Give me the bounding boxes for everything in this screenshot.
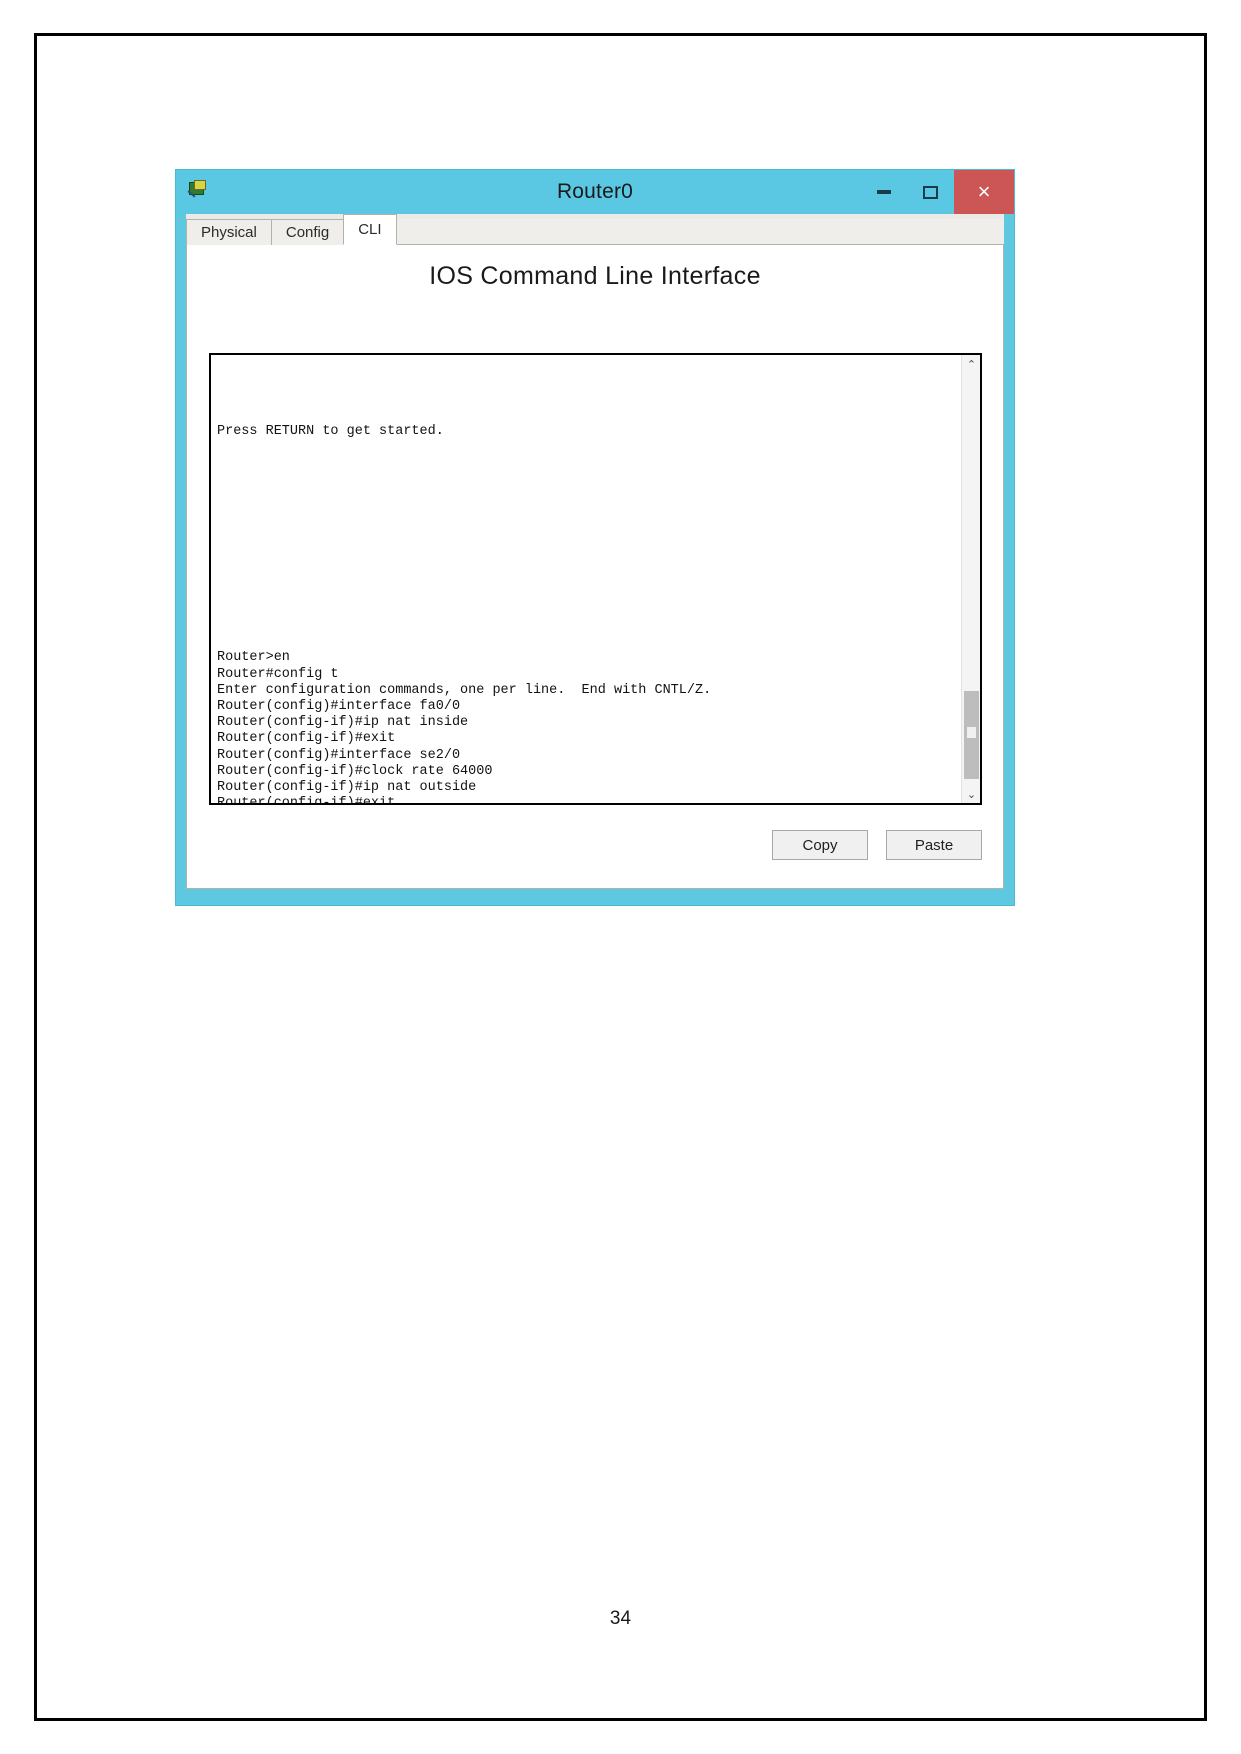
cli-line: Router(config)#interface se2/0: [217, 747, 461, 763]
close-button[interactable]: ×: [954, 170, 1014, 214]
cli-line: [217, 569, 961, 585]
cli-line: [217, 553, 961, 569]
cli-line: [217, 505, 961, 521]
router-window: Router0 × Physical Config CLI IOS Comman…: [175, 169, 1015, 906]
packet-tracer-device-icon: [185, 179, 211, 205]
cli-line: [217, 586, 961, 602]
cli-line: Router(config-if)#ip nat inside: [217, 715, 469, 731]
tab-config[interactable]: Config: [270, 219, 345, 245]
console-scrollbar[interactable]: ⌃ ⌄: [961, 355, 980, 803]
cli-line: [217, 618, 961, 634]
scroll-down-icon[interactable]: ⌄: [962, 785, 981, 803]
close-icon: ×: [977, 179, 991, 204]
cli-line: [217, 489, 961, 505]
cli-line: Router(config)#interface fa0/0: [217, 698, 461, 714]
cli-line: Router(config-if)#exit: [217, 796, 961, 803]
cli-line: [217, 391, 961, 407]
tab-cli[interactable]: CLI: [343, 214, 397, 245]
document-page: Router0 × Physical Config CLI IOS Comman…: [34, 33, 1207, 1721]
paste-button[interactable]: Paste: [886, 830, 982, 860]
copy-button[interactable]: Copy: [772, 830, 868, 860]
scrollbar-thumb[interactable]: [964, 691, 979, 779]
cli-line: [217, 375, 961, 391]
minimize-icon: [876, 190, 891, 194]
cli-line: [217, 456, 961, 472]
tab-strip: Physical Config CLI: [186, 214, 1004, 245]
cli-line: [217, 634, 961, 650]
cli-line: [217, 440, 961, 456]
cli-line: [217, 359, 961, 375]
tab-physical[interactable]: Physical: [186, 219, 272, 245]
cli-line: [217, 521, 961, 537]
maximize-icon: [923, 185, 938, 199]
cli-line: [217, 602, 961, 618]
cli-line: Router>en: [217, 650, 290, 666]
cli-line: Router(config-if)#exit: [217, 731, 396, 747]
tab-strip-filler: [395, 219, 1004, 245]
console-area: Press RETURN to get started. Router>en Ro…: [209, 353, 982, 805]
scroll-up-icon[interactable]: ⌃: [962, 355, 981, 373]
window-body: Physical Config CLI IOS Command Line Int…: [186, 214, 1004, 889]
cli-line: Press RETURN to get started.: [217, 423, 444, 439]
maximize-button[interactable]: [907, 170, 954, 214]
cli-tab-panel: IOS Command Line Interface Press RETURN …: [186, 245, 1004, 889]
cli-line: [217, 472, 961, 488]
window-titlebar: Router0 ×: [176, 170, 1014, 214]
cli-line: Router#config t: [217, 666, 339, 682]
cli-line: [217, 537, 961, 553]
page-number: 34: [609, 1608, 632, 1629]
panel-heading: IOS Command Line Interface: [429, 262, 761, 290]
cli-line: Router(config-if)#clock rate 64000: [217, 763, 493, 779]
cli-line: Enter configuration commands, one per li…: [217, 682, 712, 698]
window-controls: ×: [860, 170, 1014, 214]
cli-line: [217, 408, 961, 424]
cli-line: Router(config-if)#ip nat outside: [217, 779, 477, 795]
cli-output[interactable]: Press RETURN to get started. Router>en Ro…: [211, 355, 961, 803]
console-button-row: Copy Paste: [772, 830, 982, 860]
minimize-button[interactable]: [860, 170, 907, 214]
